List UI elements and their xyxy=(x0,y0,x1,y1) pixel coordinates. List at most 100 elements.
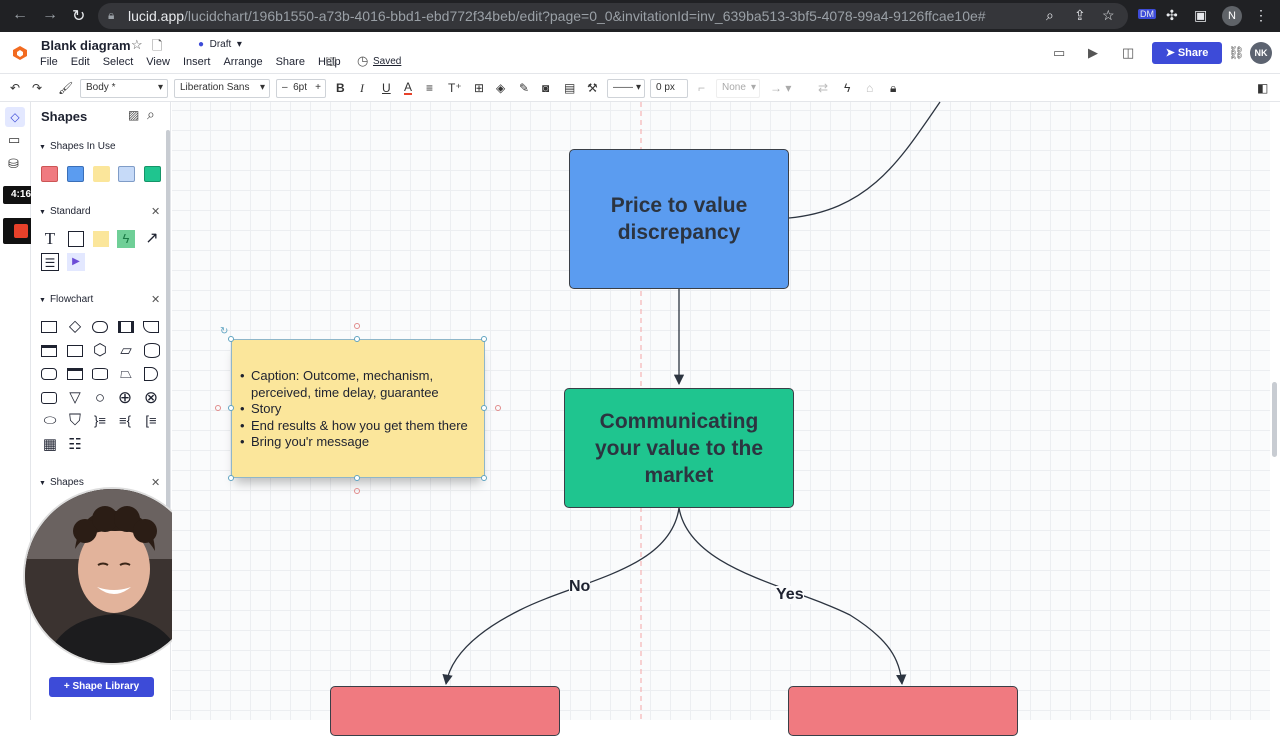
off-page-shape-icon[interactable]: ⬭ xyxy=(41,412,59,430)
document-shape-icon[interactable] xyxy=(143,321,159,333)
reload-icon[interactable]: ↻ xyxy=(72,6,85,26)
panel-toggle-icon[interactable]: ◧ xyxy=(1257,81,1268,95)
line-color-icon[interactable]: ✎ xyxy=(519,81,529,95)
effects-icon[interactable]: ▤ xyxy=(564,81,575,95)
display-shape-icon[interactable] xyxy=(67,368,83,380)
connection-point[interactable] xyxy=(495,405,501,411)
box-no-outcome[interactable] xyxy=(330,686,560,736)
video-shape-icon[interactable]: ▶ xyxy=(67,253,85,271)
puzzle-icon[interactable]: ✣ xyxy=(1166,7,1178,24)
manual-operation-shape-icon[interactable]: ⏢ xyxy=(117,365,135,383)
format-painter-icon[interactable]: 🖌︎ xyxy=(58,81,73,95)
merge-shape-icon[interactable]: ▽ xyxy=(66,389,84,407)
preparation-shape-icon[interactable]: ⬡ xyxy=(91,342,109,360)
menu-share[interactable]: Share xyxy=(276,56,305,68)
or-shape-icon[interactable]: ⊗ xyxy=(142,389,160,407)
more-icon[interactable]: ⋮ xyxy=(1254,7,1268,24)
connection-point[interactable] xyxy=(354,323,360,329)
font-select[interactable]: Liberation Sans ▾ xyxy=(174,79,270,98)
subprocess-shape-icon[interactable] xyxy=(118,321,134,333)
table-shape-icon[interactable]: ▦ xyxy=(41,436,59,454)
resize-handle[interactable] xyxy=(228,405,234,411)
sticky-note[interactable]: Caption: Outcome, mechanism, perceived, … xyxy=(231,339,485,478)
box-communicating-value[interactable]: Communicating your value to the market xyxy=(564,388,794,508)
resize-handle[interactable] xyxy=(228,475,234,481)
rectangle-shape-icon[interactable] xyxy=(68,231,84,247)
list-shape-icon[interactable]: ☰ xyxy=(41,253,59,271)
menu-edit[interactable]: Edit xyxy=(71,56,90,68)
link-icon[interactable]: ⛓ xyxy=(1228,45,1245,61)
data-rail-icon[interactable]: ⛁ xyxy=(8,156,19,172)
extension-icon[interactable]: DM xyxy=(1138,9,1156,19)
offpage-connector-shape-icon[interactable]: ⛉ xyxy=(66,412,84,430)
menu-select[interactable]: Select xyxy=(103,56,134,68)
canvas-scrollbar[interactable] xyxy=(1270,102,1280,720)
user-avatar[interactable]: NK xyxy=(1250,42,1272,64)
search-icon[interactable]: ⌕ xyxy=(147,106,155,123)
menu-arrange[interactable]: Arrange xyxy=(223,56,262,68)
action-icon[interactable]: ϟ xyxy=(844,81,850,95)
search-icon[interactable]: ⌕ xyxy=(1046,7,1054,24)
style-select[interactable]: Body * ▾ xyxy=(80,79,168,98)
comment-icon[interactable]: ▭ xyxy=(1053,45,1065,61)
share-page-icon[interactable]: ⇪ xyxy=(1074,7,1086,24)
address-bar[interactable]: 🔒︎ lucid.app/lucidchart/196b1550-a73b-40… xyxy=(98,3,1128,29)
section-standard[interactable]: ▼ Standard xyxy=(39,206,91,217)
note-shape-icon[interactable] xyxy=(93,231,109,247)
underline-icon[interactable]: U xyxy=(382,81,391,95)
lock-shape-icon[interactable]: 🔒︎ xyxy=(890,81,896,96)
tape-shape-icon[interactable] xyxy=(92,368,108,380)
brace-note-shape-icon[interactable]: }≡ xyxy=(91,412,109,430)
menu-insert[interactable]: Insert xyxy=(183,56,211,68)
decision-shape-icon[interactable]: ◇ xyxy=(66,318,84,336)
resize-handle[interactable] xyxy=(481,475,487,481)
delay-shape-icon[interactable] xyxy=(144,367,158,381)
align-icon[interactable]: ≡ xyxy=(426,81,433,95)
label-no[interactable]: No xyxy=(569,578,591,596)
box-price-to-value[interactable]: Price to value discrepancy xyxy=(569,149,789,289)
summing-junction-shape-icon[interactable]: ⊕ xyxy=(116,389,134,407)
fill-color-icon[interactable]: ◈ xyxy=(496,81,505,95)
note-bullet-list[interactable]: Caption: Outcome, mechanism, perceived, … xyxy=(240,368,484,451)
database-shape-icon[interactable] xyxy=(144,343,160,358)
swatch-lightblue[interactable] xyxy=(118,166,135,182)
canvas-scroll-thumb[interactable] xyxy=(1272,382,1277,457)
list-table-shape-icon[interactable]: ☷ xyxy=(66,436,84,454)
manual-input-shape-icon[interactable] xyxy=(67,345,83,357)
redo-icon[interactable]: ↷ xyxy=(32,81,42,95)
bracket-shape-icon[interactable]: [≡ xyxy=(142,412,160,430)
profile-avatar[interactable]: N xyxy=(1222,6,1242,26)
close-shapes-icon[interactable]: ✕ xyxy=(151,476,160,489)
present-icon[interactable]: ▶ xyxy=(1088,45,1098,61)
bookmark-star-icon[interactable]: ☆ xyxy=(1102,7,1115,24)
frame-rail-icon[interactable]: ▭ xyxy=(8,132,20,148)
position-icon[interactable]: ⊞ xyxy=(474,81,484,95)
swap-icon[interactable]: ⇄ xyxy=(818,81,828,95)
line-style-select[interactable]: —— ▾ xyxy=(607,79,645,98)
section-shapes[interactable]: ▼ Shapes xyxy=(39,477,84,488)
text-options-icon[interactable]: T⁺ xyxy=(448,81,462,95)
line-width-stepper[interactable]: 0 px xyxy=(650,79,688,98)
rotate-handle-icon[interactable]: ↻ xyxy=(220,326,228,337)
arrow-shape-icon[interactable]: ↗ xyxy=(143,230,161,248)
url-text[interactable]: lucid.app/lucidchart/196b1550-a73b-4016-… xyxy=(128,8,986,24)
connection-point[interactable] xyxy=(354,488,360,494)
arrow-start-select[interactable]: None ▾ xyxy=(716,79,760,98)
star-icon[interactable]: ☆ xyxy=(131,37,143,53)
share-button[interactable]: ➤ Share xyxy=(1152,42,1222,64)
resize-handle[interactable] xyxy=(481,405,487,411)
box-yes-outcome[interactable] xyxy=(788,686,1018,736)
text-color-icon[interactable]: A xyxy=(404,81,413,95)
connector-shape-icon[interactable]: ○ xyxy=(91,389,109,407)
menu-file[interactable]: File xyxy=(40,56,58,68)
video-icon[interactable]: ◫ xyxy=(1122,45,1134,61)
connection-point[interactable] xyxy=(215,405,221,411)
shapes-rail-icon[interactable]: ◇ xyxy=(5,107,25,127)
bold-icon[interactable]: B xyxy=(336,81,345,95)
internal-storage-shape-icon[interactable] xyxy=(41,345,57,357)
menu-view[interactable]: View xyxy=(146,56,170,68)
annotation-shape-icon[interactable]: ≡{ xyxy=(116,412,134,430)
connector-icon[interactable]: ⌐ xyxy=(698,81,705,95)
saved-status[interactable]: Saved xyxy=(373,56,401,67)
section-flowchart[interactable]: ▼ Flowchart xyxy=(39,294,93,305)
